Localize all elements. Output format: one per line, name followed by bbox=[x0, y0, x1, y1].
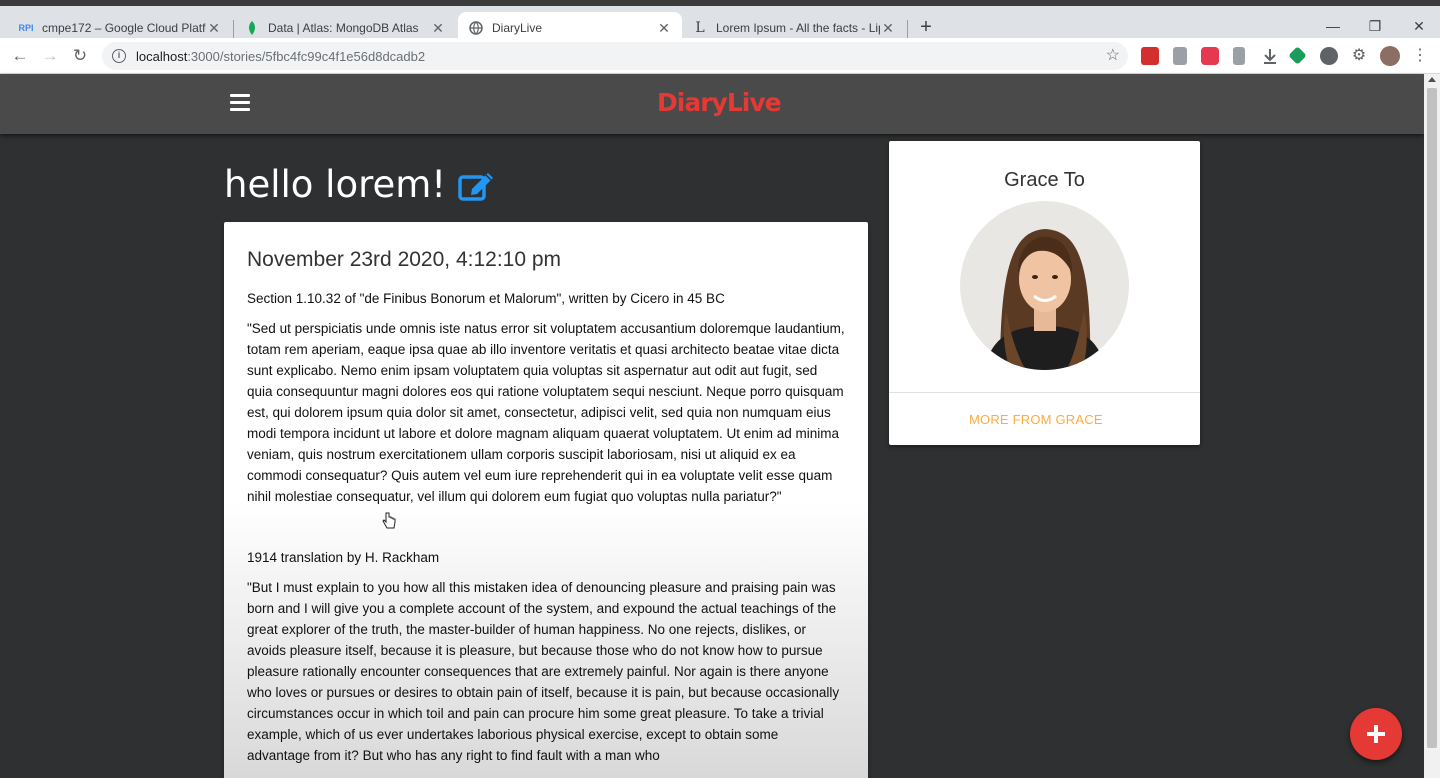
globe-icon bbox=[468, 20, 484, 36]
address-bar[interactable]: i localhost:3000/stories/5fbc4fc99c4f1e5… bbox=[102, 42, 1128, 70]
extension-green-icon[interactable] bbox=[1288, 46, 1307, 65]
story-card: November 23rd 2020, 4:12:10 pm Section 1… bbox=[224, 222, 868, 778]
author-name: Grace To bbox=[1004, 169, 1085, 191]
download-icon[interactable] bbox=[1261, 47, 1279, 65]
close-tab-icon[interactable]: ✕ bbox=[880, 20, 896, 36]
story-date: November 23rd 2020, 4:12:10 pm bbox=[247, 248, 562, 271]
extensions-puzzle-icon[interactable]: ⚙ bbox=[1350, 47, 1368, 65]
url-path: :3000/stories/5fbc4fc99c4f1e56d8dcadb2 bbox=[187, 48, 426, 64]
story-paragraph: "But I must explain to you how all this … bbox=[247, 580, 840, 763]
close-tab-icon[interactable]: ✕ bbox=[656, 20, 672, 36]
bookmark-star-icon[interactable]: ☆ bbox=[1106, 45, 1120, 65]
back-arrow-icon[interactable]: ← bbox=[8, 44, 32, 68]
reload-icon[interactable]: ↻ bbox=[68, 44, 92, 68]
site-header: DiaryLive bbox=[0, 74, 1424, 134]
hand-cursor-icon bbox=[382, 512, 396, 529]
close-tab-icon[interactable]: ✕ bbox=[430, 20, 446, 36]
brand-logo[interactable]: DiaryLive bbox=[657, 88, 782, 117]
scrollbar-thumb[interactable] bbox=[1427, 88, 1437, 748]
add-story-button[interactable] bbox=[1350, 708, 1402, 760]
scroll-up-arrow-icon[interactable] bbox=[1428, 77, 1436, 82]
divider bbox=[889, 392, 1200, 393]
browser-toolbar: ← → ↻ i localhost:3000/stories/5fbc4fc99… bbox=[0, 38, 1440, 74]
story-title-text: hello lorem! bbox=[224, 163, 447, 206]
author-avatar bbox=[960, 201, 1129, 370]
story-paragraph: Section 1.10.32 of "de Finibus Bonorum e… bbox=[247, 291, 725, 306]
close-tab-icon[interactable]: ✕ bbox=[206, 20, 222, 36]
browser-menu-icon[interactable]: ⋮ bbox=[1412, 47, 1428, 65]
extension-download-gray-icon[interactable] bbox=[1173, 47, 1187, 65]
profile-avatar[interactable] bbox=[1380, 46, 1400, 66]
page-scrollbar[interactable] bbox=[1424, 74, 1440, 778]
new-tab-button[interactable]: + bbox=[914, 16, 938, 40]
leaf-icon bbox=[244, 20, 260, 36]
info-icon[interactable]: i bbox=[112, 49, 126, 63]
tab-title: DiaryLive bbox=[492, 21, 543, 35]
story-body: Section 1.10.32 of "de Finibus Bonorum e… bbox=[247, 288, 845, 766]
extension-gray-icon[interactable] bbox=[1320, 47, 1338, 65]
pocket-icon[interactable] bbox=[1201, 47, 1219, 65]
restore-window-button[interactable]: ❐ bbox=[1352, 12, 1398, 40]
minimize-window-button[interactable]: — bbox=[1310, 12, 1356, 40]
edit-icon[interactable] bbox=[458, 169, 494, 201]
hamburger-menu-icon[interactable] bbox=[230, 94, 250, 112]
close-window-button[interactable]: ✕ bbox=[1396, 12, 1440, 40]
url-host: localhost bbox=[136, 48, 188, 64]
more-from-author-link[interactable]: MORE FROM GRACE bbox=[969, 412, 1103, 427]
extension-arrow-icon[interactable] bbox=[1233, 47, 1245, 65]
tab-title: Data | Atlas: MongoDB Atlas bbox=[268, 21, 419, 35]
story-title: hello lorem! bbox=[224, 163, 494, 206]
lipsum-favicon: L bbox=[695, 20, 705, 36]
api-favicon: RPI bbox=[18, 23, 34, 33]
story-paragraph: "Sed ut perspiciatis unde omnis iste nat… bbox=[247, 321, 845, 504]
browser-tab-strip: RPI cmpe172 – Google Cloud Platfor ✕ Dat… bbox=[0, 0, 1440, 44]
tab-title: Lorem Ipsum - All the facts - Lips bbox=[716, 21, 880, 35]
extension-red-icon[interactable] bbox=[1141, 47, 1159, 65]
story-paragraph: 1914 translation by H. Rackham bbox=[247, 550, 440, 565]
author-card: Grace To MORE FROM GRACE bbox=[889, 141, 1200, 445]
tab-title: cmpe172 – Google Cloud Platfor bbox=[42, 21, 206, 35]
forward-arrow-icon[interactable]: → bbox=[38, 44, 62, 68]
